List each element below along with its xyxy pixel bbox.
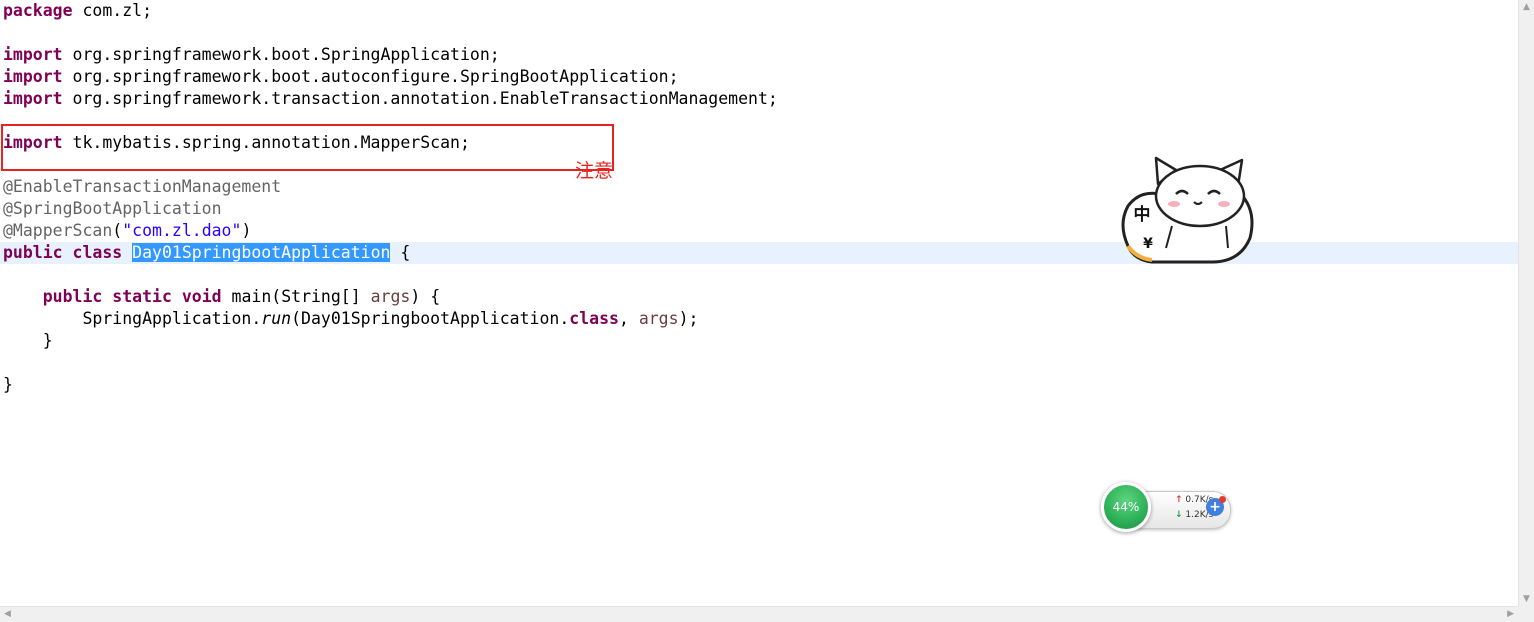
- receiver: SpringApplication.: [82, 309, 262, 328]
- annotation: @MapperScan: [3, 221, 113, 240]
- parameter: args: [370, 287, 411, 306]
- code-line-main-method[interactable]: public static void main(String[] args) {: [0, 286, 1518, 308]
- scroll-up-icon[interactable]: ▲: [1523, 2, 1530, 12]
- method-signature-end: ) {: [410, 287, 441, 306]
- keyword: void: [181, 287, 222, 306]
- cat-face-icon: [1154, 164, 1246, 228]
- code-line-method-close[interactable]: }: [0, 330, 1518, 352]
- static-method: run: [261, 309, 292, 328]
- annotation: @SpringBootApplication: [3, 199, 222, 218]
- parameter: args: [638, 309, 679, 328]
- download-arrow-icon: ↓: [1175, 510, 1183, 520]
- string-literal: "com.zl.dao": [122, 221, 242, 240]
- keyword: package: [3, 1, 73, 20]
- scroll-down-icon[interactable]: ▼: [1523, 594, 1530, 604]
- paren: ): [241, 221, 252, 240]
- keyword: import: [3, 89, 63, 108]
- code-editor[interactable]: package com.zl; import org.springframewo…: [0, 0, 1518, 606]
- scroll-left-icon[interactable]: ◀: [4, 609, 11, 619]
- code-line-class-close[interactable]: }: [0, 374, 1518, 396]
- code-line-annotation[interactable]: @MapperScan("com.zl.dao"): [0, 220, 1518, 242]
- scroll-right-icon[interactable]: ▶: [1507, 609, 1514, 619]
- selected-class-name[interactable]: Day01SpringbootApplication: [132, 243, 391, 262]
- network-monitor-widget[interactable]: ↑ 0.7K/s ↓ 1.2K/s 44% +: [1101, 482, 1233, 534]
- arg-separator: ,: [618, 309, 639, 328]
- code-line-import[interactable]: import org.springframework.boot.autoconf…: [0, 66, 1518, 88]
- scrollbar-corner: [1518, 606, 1534, 622]
- ime-mode-char: 中: [1134, 204, 1151, 225]
- annotation: @EnableTransactionManagement: [3, 177, 282, 196]
- call-args: (Day01SpringbootApplication.: [291, 309, 570, 328]
- keyword: import: [3, 45, 63, 64]
- call-end: );: [678, 309, 699, 328]
- keyword: import: [3, 67, 63, 86]
- package-name: com.zl;: [72, 1, 153, 20]
- code-line-import[interactable]: import org.springframework.transaction.a…: [0, 88, 1518, 110]
- brace: {: [390, 243, 411, 262]
- import-path: org.springframework.transaction.annotati…: [62, 89, 778, 108]
- keyword: class: [72, 243, 123, 262]
- method-signature: main(String[]: [221, 287, 371, 306]
- ime-symbol-char: ¥: [1143, 236, 1153, 252]
- brace: }: [3, 375, 13, 394]
- code-line-annotation[interactable]: @EnableTransactionManagement: [0, 176, 1518, 198]
- code-line-annotation[interactable]: @SpringBootApplication: [0, 198, 1518, 220]
- keyword: public: [3, 243, 63, 262]
- brace: }: [42, 331, 53, 350]
- keyword: public: [42, 287, 103, 306]
- keyword: class: [569, 309, 619, 328]
- cat-left-blush-icon: [1168, 201, 1180, 207]
- vertical-scrollbar[interactable]: ▲ ▼: [1518, 0, 1534, 606]
- code-line-class-declaration[interactable]: public class Day01SpringbootApplication …: [0, 242, 1518, 264]
- annotation-note: 注意: [575, 160, 614, 182]
- notification-dot-icon: [1219, 496, 1226, 503]
- keyword: static: [112, 287, 172, 306]
- code-line-package[interactable]: package com.zl;: [0, 0, 1518, 22]
- cat-right-blush-icon: [1218, 201, 1230, 207]
- memory-usage-ball[interactable]: 44%: [1101, 482, 1151, 532]
- code-line-run-call[interactable]: SpringApplication.run(Day01SpringbootApp…: [0, 308, 1518, 330]
- highlight-box: [1, 124, 614, 171]
- upload-arrow-icon: ↑: [1175, 495, 1183, 505]
- import-path: org.springframework.boot.autoconfigure.S…: [62, 67, 679, 86]
- ime-cat-widget[interactable]: 中 ¥: [1116, 154, 1256, 266]
- code-line-import[interactable]: import org.springframework.boot.SpringAp…: [0, 44, 1518, 66]
- import-path: org.springframework.boot.SpringApplicati…: [62, 45, 500, 64]
- horizontal-scrollbar[interactable]: ◀ ▶: [0, 606, 1518, 622]
- paren: (: [112, 221, 123, 240]
